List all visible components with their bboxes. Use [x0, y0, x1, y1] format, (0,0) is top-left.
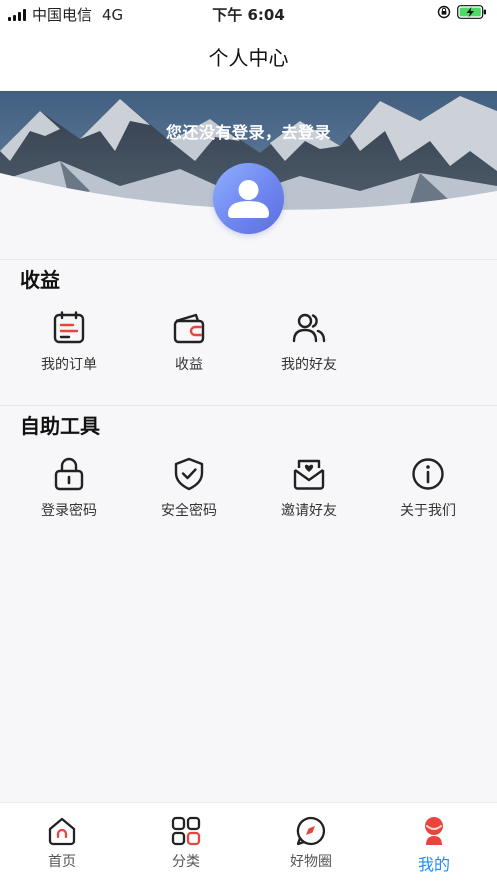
section-divider	[0, 405, 497, 406]
category-grid-icon	[171, 816, 201, 846]
wallet-icon	[173, 313, 205, 344]
tab-label: 好物圈	[290, 854, 332, 870]
grid-item-my-orders[interactable]: 我的订单	[21, 310, 117, 374]
grid-item-my-friends[interactable]: 我的好友	[261, 310, 357, 374]
grid-item-label: 我的订单	[41, 357, 97, 373]
lock-icon	[54, 457, 84, 491]
tab-good-items-circle[interactable]: 好物圈	[266, 815, 356, 871]
grid-item-invite-friends[interactable]: 邀请好友	[261, 456, 357, 520]
invite-mail-icon	[293, 459, 325, 490]
tab-home[interactable]: 首页	[17, 815, 107, 871]
user-silhouette-icon	[228, 180, 269, 218]
tab-label: 我的	[417, 855, 450, 874]
grid-item-label: 我的好友	[281, 357, 337, 373]
status-bar: 中国电信 4G 下午 6:04	[0, 0, 497, 26]
section-divider	[0, 259, 497, 260]
compass-chat-icon	[296, 816, 326, 846]
grid-item-earnings[interactable]: 收益	[141, 310, 237, 374]
section-title-tools: 自助工具	[20, 414, 100, 438]
profile-banner: 您还没有登录，去登录	[0, 91, 497, 251]
order-calendar-icon	[53, 311, 85, 344]
shield-check-icon	[174, 457, 204, 491]
grid-item-security-password[interactable]: 安全密码	[141, 456, 237, 520]
login-prompt-link[interactable]: 您还没有登录，去登录	[0, 119, 497, 143]
tab-label: 分类	[172, 854, 200, 870]
grid-item-label: 关于我们	[400, 503, 456, 519]
rotation-lock-icon	[437, 5, 451, 19]
tab-category[interactable]: 分类	[141, 815, 231, 871]
tab-mine[interactable]: 我的	[389, 815, 479, 875]
status-time: 下午 6:04	[212, 6, 285, 24]
friends-icon	[292, 313, 326, 343]
grid-item-login-password[interactable]: 登录密码	[21, 456, 117, 520]
status-right	[437, 5, 487, 19]
grid-item-about-us[interactable]: 关于我们	[380, 456, 476, 520]
page-title: 个人中心	[0, 26, 497, 90]
bottom-tab-bar: 首页 分类 好物圈 我的	[0, 802, 497, 884]
avatar[interactable]	[213, 163, 284, 234]
section-title-earnings: 收益	[20, 268, 60, 292]
grid-item-label: 邀请好友	[281, 503, 337, 519]
grid-item-label: 登录密码	[41, 503, 97, 519]
home-icon	[48, 817, 76, 846]
profile-icon	[425, 817, 443, 845]
grid-item-label: 安全密码	[161, 503, 217, 519]
tab-label: 首页	[48, 854, 76, 870]
battery-charging-icon	[457, 5, 486, 19]
grid-item-label: 收益	[175, 357, 203, 373]
info-icon	[412, 458, 444, 490]
